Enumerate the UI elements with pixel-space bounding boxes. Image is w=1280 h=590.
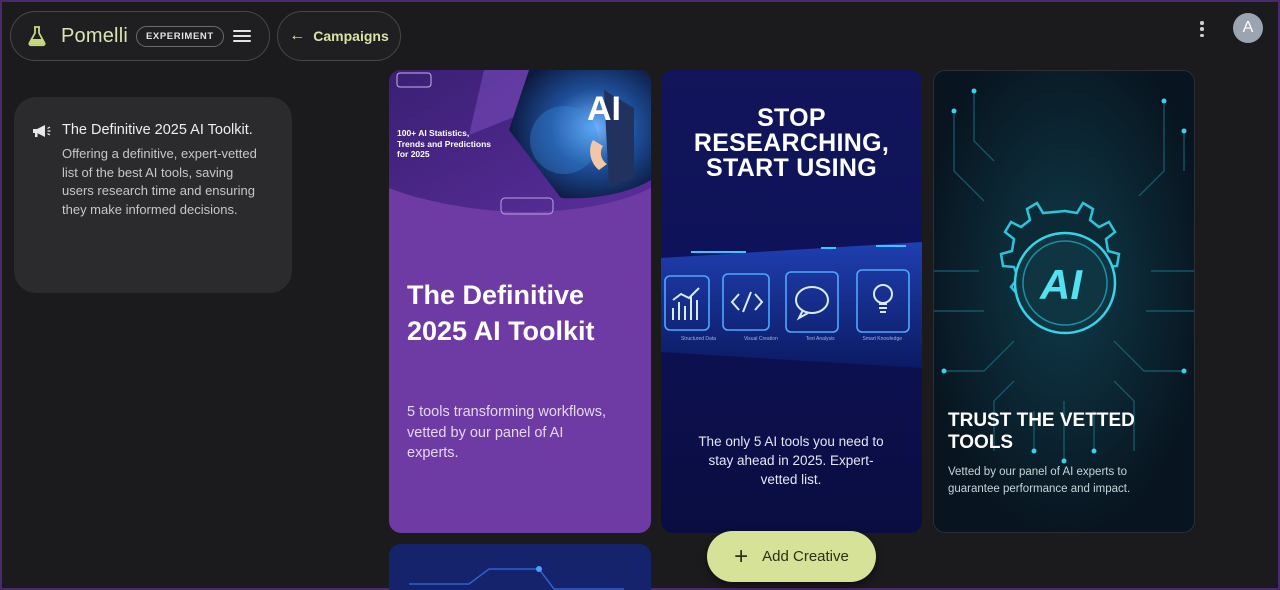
tool-label: Visual Creation (743, 336, 778, 342)
summary-title: The Definitive 2025 AI Toolkit. (62, 122, 253, 138)
headline-line-3: START USING (706, 154, 877, 182)
banner-stat-text: 100+ AI Statistics, Trends and Predictio… (397, 128, 491, 159)
campaigns-label: Campaigns (313, 28, 389, 44)
banner-image: AI 100+ AI Statistics, Trends and Predic… (389, 70, 651, 220)
add-creative-label: Add Creative (762, 548, 849, 565)
card-caption: The only 5 AI tools you need to stay ahe… (698, 434, 884, 487)
headline-line-1: STOP (757, 104, 826, 132)
creative-card-stop-researching[interactable]: STOP RESEARCHING, START USING Structured… (661, 70, 922, 533)
card-description: Vetted by our panel of AI experts to gua… (948, 466, 1131, 495)
campaign-summary-card: The Definitive 2025 AI Toolkit. Offering… (14, 97, 292, 293)
circuit-preview-image (389, 544, 651, 590)
megaphone-icon (33, 125, 51, 137)
tool-label: Text Analysis (805, 336, 835, 342)
gear-ai-word: AI (1039, 261, 1083, 308)
tool-label: Structured Data (680, 336, 716, 342)
menu-icon[interactable] (233, 27, 251, 45)
experiment-badge: EXPERIMENT (135, 25, 224, 47)
back-to-campaigns-button[interactable]: ← Campaigns (277, 11, 401, 61)
brand-name[interactable]: Pomelli (61, 25, 128, 48)
plus-icon: + (734, 542, 749, 570)
avatar[interactable]: A (1233, 13, 1263, 43)
more-options-icon[interactable] (1194, 19, 1210, 39)
card-title: The Definitive 2025 AI Toolkit (407, 280, 595, 346)
flask-icon (28, 26, 46, 47)
card-description: 5 tools transforming workflows, vetted b… (407, 404, 607, 461)
brand-bar: Pomelli EXPERIMENT (10, 11, 270, 61)
tools-dashboard-image (661, 242, 922, 368)
card-title: TRUST THE VETTED TOOLS (948, 410, 1135, 453)
creative-card-trust-vetted-tools[interactable]: AI TRUST THE VETTED TOOLS Vetted by our … (933, 70, 1195, 533)
headline-line-2: RESEARCHING, (693, 129, 890, 157)
tool-label: Smart Knowledge (862, 336, 903, 342)
add-creative-button[interactable]: + Add Creative (707, 531, 876, 582)
creative-card-definitive-toolkit[interactable]: AI 100+ AI Statistics, Trends and Predic… (389, 70, 651, 533)
creative-card-partial[interactable] (389, 544, 651, 590)
banner-ai-word: AI (587, 90, 621, 128)
arrow-left-icon: ← (289, 27, 306, 44)
summary-body: Offering a definitive, expert-vetted lis… (62, 146, 257, 217)
card-headline: STOP RESEARCHING, START USING (661, 106, 922, 181)
tool-icon-labels: Structured Data Visual Creation Text Ana… (661, 336, 922, 342)
